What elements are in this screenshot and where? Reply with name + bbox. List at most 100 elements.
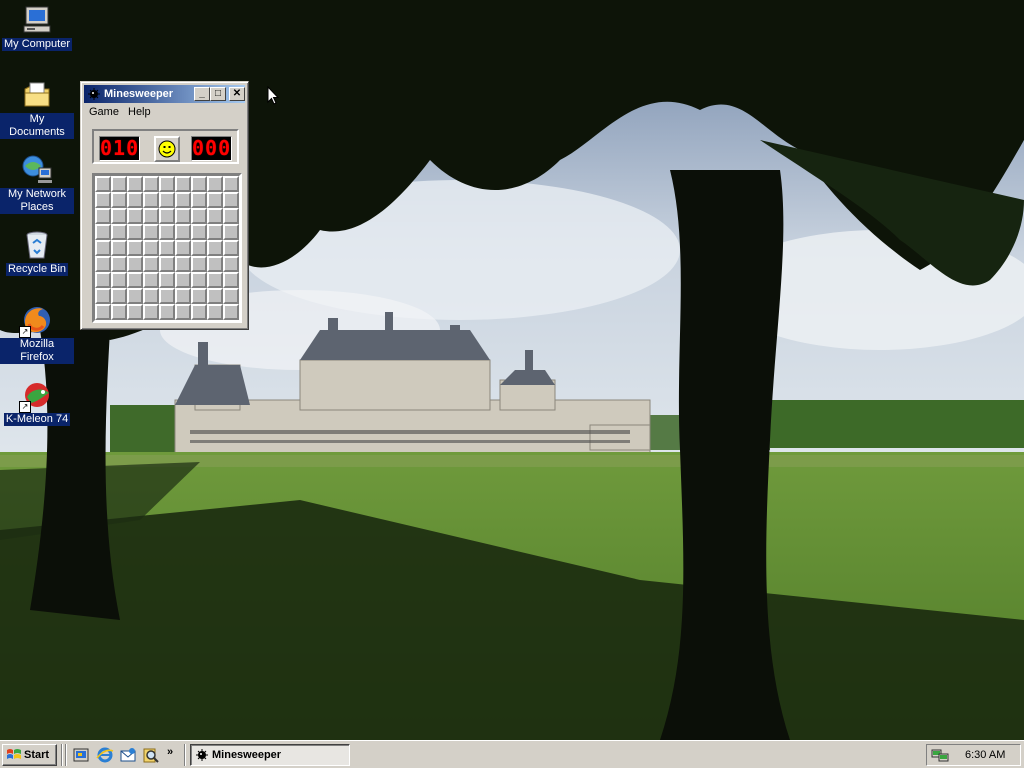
mine-cell[interactable]: [95, 288, 111, 304]
desktop-icon-my-network-places[interactable]: My Network Places: [0, 154, 74, 214]
mine-cell[interactable]: [127, 176, 143, 192]
mine-cell[interactable]: [143, 208, 159, 224]
mine-cell[interactable]: [191, 288, 207, 304]
mine-cell[interactable]: [175, 304, 191, 320]
mine-cell[interactable]: [223, 288, 239, 304]
minesweeper-window[interactable]: Minesweeper _ □ ✕ Game Help 010 000: [80, 81, 249, 330]
mine-cell[interactable]: [223, 176, 239, 192]
mine-cell[interactable]: [95, 256, 111, 272]
network-status-icon[interactable]: [931, 747, 949, 763]
desktop-icon-my-documents[interactable]: My Documents: [0, 79, 74, 139]
mine-cell[interactable]: [207, 240, 223, 256]
mine-cell[interactable]: [191, 192, 207, 208]
mine-cell[interactable]: [207, 208, 223, 224]
mine-cell[interactable]: [223, 224, 239, 240]
mine-cell[interactable]: [95, 240, 111, 256]
mine-cell[interactable]: [159, 176, 175, 192]
internet-explorer-icon[interactable]: [96, 746, 114, 764]
mine-cell[interactable]: [127, 208, 143, 224]
mine-cell[interactable]: [95, 304, 111, 320]
mine-cell[interactable]: [127, 288, 143, 304]
mine-cell[interactable]: [207, 256, 223, 272]
mine-cell[interactable]: [207, 288, 223, 304]
mine-cell[interactable]: [175, 208, 191, 224]
mine-cell[interactable]: [223, 240, 239, 256]
mine-cell[interactable]: [159, 272, 175, 288]
mine-cell[interactable]: [159, 208, 175, 224]
quicklaunch-more-button[interactable]: »: [167, 746, 173, 758]
mine-cell[interactable]: [223, 272, 239, 288]
mine-cell[interactable]: [159, 288, 175, 304]
mine-cell[interactable]: [127, 272, 143, 288]
title-bar[interactable]: Minesweeper _ □ ✕: [84, 85, 245, 103]
mine-cell[interactable]: [223, 256, 239, 272]
desktop-icon-my-computer[interactable]: My Computer: [0, 4, 74, 51]
mine-cell[interactable]: [111, 224, 127, 240]
mine-cell[interactable]: [111, 272, 127, 288]
mine-cell[interactable]: [111, 288, 127, 304]
outlook-express-icon[interactable]: [119, 746, 137, 764]
mine-cell[interactable]: [175, 192, 191, 208]
mine-cell[interactable]: [111, 176, 127, 192]
mine-cell[interactable]: [111, 256, 127, 272]
mine-cell[interactable]: [111, 208, 127, 224]
mine-cell[interactable]: [95, 192, 111, 208]
mine-cell[interactable]: [143, 256, 159, 272]
mine-cell[interactable]: [175, 256, 191, 272]
mine-cell[interactable]: [143, 272, 159, 288]
mine-cell[interactable]: [175, 288, 191, 304]
new-game-face-button[interactable]: [154, 136, 180, 162]
mine-cell[interactable]: [159, 256, 175, 272]
mine-cell[interactable]: [159, 240, 175, 256]
mine-cell[interactable]: [143, 176, 159, 192]
mine-cell[interactable]: [191, 304, 207, 320]
mine-cell[interactable]: [223, 304, 239, 320]
mine-cell[interactable]: [143, 192, 159, 208]
start-button[interactable]: Start: [2, 744, 57, 766]
clock[interactable]: 6:30 AM: [965, 745, 1005, 765]
desktop-icon-mozilla-firefox[interactable]: ↗ Mozilla Firefox: [0, 304, 74, 364]
mine-cell[interactable]: [111, 304, 127, 320]
mine-cell[interactable]: [143, 240, 159, 256]
mine-cell[interactable]: [159, 304, 175, 320]
desktop[interactable]: My Computer My Documents My Network Plac…: [0, 0, 1024, 740]
mine-cell[interactable]: [191, 176, 207, 192]
mine-cell[interactable]: [95, 224, 111, 240]
mine-cell[interactable]: [159, 224, 175, 240]
mine-cell[interactable]: [95, 176, 111, 192]
mine-cell[interactable]: [175, 272, 191, 288]
desktop-icon-k-meleon[interactable]: ↗ K-Meleon 74: [0, 379, 74, 426]
mine-cell[interactable]: [143, 288, 159, 304]
mine-cell[interactable]: [143, 224, 159, 240]
menu-game[interactable]: Game: [89, 106, 119, 118]
mine-cell[interactable]: [127, 240, 143, 256]
maximize-button[interactable]: □: [210, 87, 226, 101]
mine-cell[interactable]: [127, 224, 143, 240]
mine-cell[interactable]: [207, 176, 223, 192]
mine-cell[interactable]: [127, 256, 143, 272]
mine-cell[interactable]: [191, 240, 207, 256]
mine-cell[interactable]: [111, 192, 127, 208]
search-icon[interactable]: [142, 746, 160, 764]
mine-cell[interactable]: [127, 192, 143, 208]
mine-cell[interactable]: [111, 240, 127, 256]
mine-cell[interactable]: [175, 240, 191, 256]
mine-cell[interactable]: [95, 208, 111, 224]
mine-cell[interactable]: [191, 256, 207, 272]
desktop-icon-recycle-bin[interactable]: Recycle Bin: [0, 229, 74, 276]
menu-help[interactable]: Help: [128, 106, 151, 118]
mine-cell[interactable]: [207, 272, 223, 288]
close-button[interactable]: ✕: [229, 87, 245, 101]
mine-cell[interactable]: [191, 208, 207, 224]
mine-cell[interactable]: [191, 272, 207, 288]
mine-cell[interactable]: [207, 224, 223, 240]
mine-cell[interactable]: [127, 304, 143, 320]
mine-cell[interactable]: [191, 224, 207, 240]
show-desktop-icon[interactable]: [72, 746, 90, 764]
taskbar-button-minesweeper[interactable]: Minesweeper: [190, 744, 350, 766]
mine-cell[interactable]: [207, 304, 223, 320]
mine-cell[interactable]: [175, 224, 191, 240]
mine-cell[interactable]: [143, 304, 159, 320]
mine-cell[interactable]: [223, 208, 239, 224]
minimize-button[interactable]: _: [194, 87, 210, 101]
